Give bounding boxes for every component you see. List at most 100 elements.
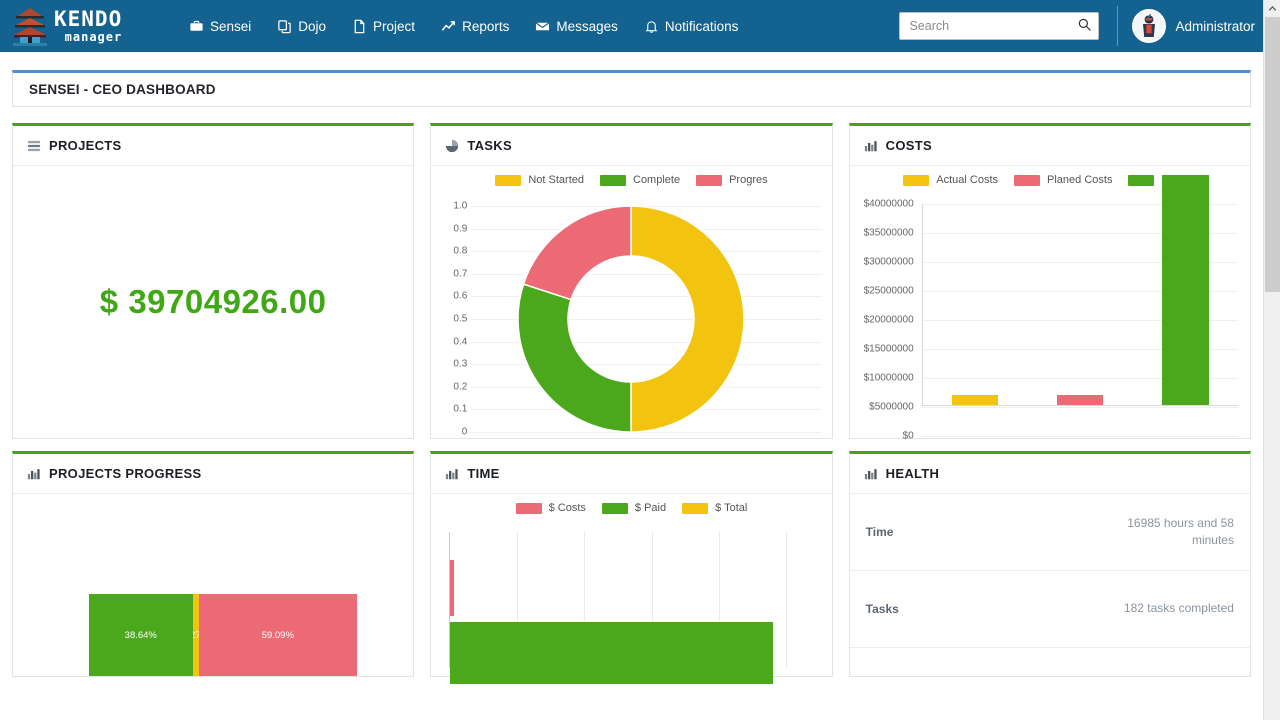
panel-header: TIME xyxy=(431,454,831,494)
legend-label: Actual Costs xyxy=(936,174,998,186)
panel-header: HEALTH xyxy=(850,454,1250,494)
health-value: 182 tasks completed xyxy=(1124,600,1234,617)
grid-col-time: TIME $ Costs $ Paid xyxy=(422,445,840,683)
projects-total-value: $ 39704926.00 xyxy=(13,283,413,321)
legend-item[interactable]: $ Paid xyxy=(602,502,666,514)
search-input[interactable] xyxy=(899,12,1099,40)
costs-axis-baseline xyxy=(923,405,1238,406)
bar-budget[interactable] xyxy=(1162,175,1208,405)
nav-item-dojo[interactable]: Dojo xyxy=(264,13,339,40)
y-axis-tick-label: $35000000 xyxy=(864,228,914,239)
nav-item-label: Reports xyxy=(462,19,509,34)
nav-item-label: Notifications xyxy=(665,19,739,34)
progress-stacked-bar[interactable]: 38.64%2.27%59.09% xyxy=(89,594,357,676)
time-legend: $ Costs $ Paid $ Total xyxy=(431,494,831,514)
legend-swatch-total xyxy=(682,503,708,514)
health-row-tasks: Tasks 182 tasks completed xyxy=(850,571,1250,648)
search-button[interactable] xyxy=(1074,16,1094,36)
user-menu[interactable]: Administrator xyxy=(1132,9,1255,43)
stack-segment-label: 38.64% xyxy=(125,630,157,641)
legend-swatch-not-started xyxy=(495,175,521,186)
legend-swatch-complete xyxy=(600,175,626,186)
scroll-up-button[interactable] xyxy=(1264,0,1280,17)
nav-item-messages[interactable]: Messages xyxy=(522,13,631,40)
nav-item-project[interactable]: Project xyxy=(339,13,428,40)
panel-title: TIME xyxy=(467,466,499,481)
donut-slice-progres[interactable] xyxy=(524,206,631,300)
legend-item[interactable]: $ Costs xyxy=(516,502,586,514)
bell-icon xyxy=(644,19,659,34)
bar-costs[interactable] xyxy=(450,560,454,616)
panel-body: Not Started Complete Progres 1.00.90.80.… xyxy=(431,166,831,438)
donut-graphic[interactable] xyxy=(431,196,831,436)
costs-plot-area[interactable] xyxy=(922,204,1238,406)
tasks-donut-chart: 1.00.90.80.70.60.50.40.30.20.10 xyxy=(431,196,831,430)
bar-chart-icon xyxy=(864,139,878,153)
legend-swatch-paid xyxy=(602,503,628,514)
y-axis-tick-label: $40000000 xyxy=(864,199,914,210)
y-axis-tick-label: $20000000 xyxy=(864,315,914,326)
scrollbar-track[interactable] xyxy=(1264,292,1280,720)
pie-chart-icon xyxy=(445,139,459,153)
bar-chart-icon xyxy=(864,467,878,481)
grid-col-health: HEALTH Time 16985 hours and 58 minutes T… xyxy=(841,445,1259,683)
costs-y-axis: $40000000$35000000$30000000$25000000$200… xyxy=(850,204,918,406)
browser-viewport: KENDO manager Sensei xyxy=(0,0,1280,720)
panel-header: TASKS xyxy=(431,126,831,166)
panel-title: PROJECTS PROGRESS xyxy=(49,466,201,481)
stack-segment-complete[interactable]: 38.64% xyxy=(89,594,193,676)
briefcase-icon xyxy=(189,19,204,34)
nav-item-notifications[interactable]: Notifications xyxy=(631,13,752,40)
stack-segment-label: 59.09% xyxy=(262,630,294,641)
y-axis-tick-label: $15000000 xyxy=(864,344,914,355)
panel-health: HEALTH Time 16985 hours and 58 minutes T… xyxy=(849,451,1251,677)
brand-logo-link[interactable]: KENDO manager xyxy=(8,0,158,52)
panel-time: TIME $ Costs $ Paid xyxy=(430,451,832,677)
donut-slice-complete[interactable] xyxy=(518,284,631,432)
vertical-scrollbar[interactable] xyxy=(1263,0,1280,720)
bar-chart-icon xyxy=(27,467,41,481)
search-icon xyxy=(1077,17,1092,35)
legend-label: $ Costs xyxy=(549,502,586,514)
legend-label: Planed Costs xyxy=(1047,174,1112,186)
y-axis-tick-label: $5000000 xyxy=(869,402,914,413)
panel-body: Actual Costs Planed Costs Budget $400000… xyxy=(850,166,1250,438)
donut-slice-not-started[interactable] xyxy=(631,206,744,432)
panel-body: $ Costs $ Paid $ Total xyxy=(431,494,831,676)
y-axis-tick-label: $30000000 xyxy=(864,257,914,268)
legend-item[interactable]: Complete xyxy=(600,174,680,186)
panel-body: Time 16985 hours and 58 minutes Tasks 18… xyxy=(850,494,1250,676)
panel-title: TASKS xyxy=(467,138,512,153)
bar-paid[interactable] xyxy=(450,622,772,684)
scrollbar-thumb[interactable] xyxy=(1265,17,1280,292)
legend-swatch-planed-costs xyxy=(1014,175,1040,186)
panel-header: COSTS xyxy=(850,126,1250,166)
page-content: KENDO manager Sensei xyxy=(0,0,1263,720)
health-key: Time xyxy=(866,525,894,539)
nav-item-label: Sensei xyxy=(210,19,251,34)
nav-item-label: Dojo xyxy=(298,19,326,34)
panel-tasks: TASKS Not Started Complete xyxy=(430,123,832,439)
time-plot-area[interactable] xyxy=(449,532,819,668)
bar-chart-icon xyxy=(445,467,459,481)
nav-item-sensei[interactable]: Sensei xyxy=(176,13,264,40)
copy-files-icon xyxy=(277,19,292,34)
bar-planed-costs[interactable] xyxy=(1057,395,1103,405)
legend-item[interactable]: Not Started xyxy=(495,174,584,186)
nav-item-reports[interactable]: Reports xyxy=(428,13,522,40)
user-name: Administrator xyxy=(1175,19,1255,34)
stack-segment-progres[interactable]: 59.09% xyxy=(199,594,357,676)
legend-item[interactable]: $ Total xyxy=(682,502,747,514)
legend-swatch-progres xyxy=(696,175,722,186)
primary-nav: Sensei Dojo Project xyxy=(176,13,751,40)
health-value: 16985 hours and 58 minutes xyxy=(1104,515,1234,550)
navbar-right: Administrator xyxy=(899,6,1263,46)
page-title: SENSEI - CEO DASHBOARD xyxy=(29,82,216,97)
bar-actual-costs[interactable] xyxy=(952,395,998,405)
legend-item[interactable]: Planed Costs xyxy=(1014,174,1112,186)
legend-item[interactable]: Progres xyxy=(696,174,768,186)
y-axis-tick-label: $25000000 xyxy=(864,286,914,297)
legend-label: Progres xyxy=(729,174,768,186)
legend-item[interactable]: Actual Costs xyxy=(903,174,998,186)
navbar-divider xyxy=(1117,6,1118,46)
